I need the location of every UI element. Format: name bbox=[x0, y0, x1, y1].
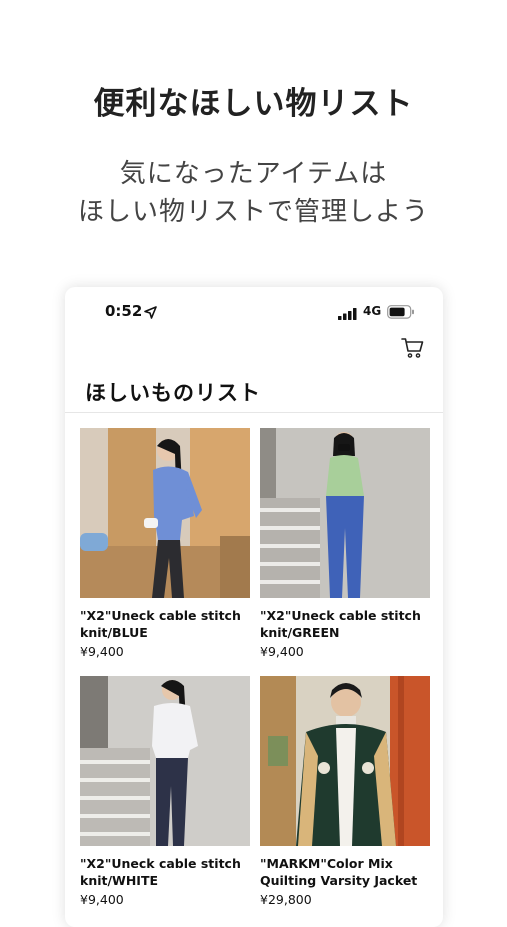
promo-subline-1: 気になったアイテムは bbox=[119, 159, 388, 189]
status-time: 0:52 bbox=[105, 302, 143, 320]
product-image[interactable] bbox=[260, 428, 430, 598]
status-bar: 0:52 4G bbox=[65, 287, 443, 331]
cart-icon bbox=[401, 338, 425, 363]
promo-headline: 便利なほしい物リスト bbox=[93, 86, 414, 122]
product-name: "X2"Uneck cable stitch knit/GREEN bbox=[260, 608, 421, 640]
signal-bars-icon bbox=[338, 305, 358, 324]
title-divider bbox=[65, 412, 443, 413]
product-price: ¥9,400 bbox=[260, 644, 304, 659]
network-label: 4G bbox=[363, 304, 382, 318]
product-image[interactable] bbox=[260, 676, 430, 846]
phone-screen: 0:52 4G ほしいものリスト "X2"Uneck cable stitch … bbox=[65, 287, 443, 927]
page-title: ほしいものリスト bbox=[85, 381, 261, 405]
cart-button[interactable] bbox=[401, 337, 427, 361]
product-name: "MARKM"Color Mix Quilting Varsity Jacket bbox=[260, 856, 418, 888]
product-price: ¥9,400 bbox=[80, 644, 124, 659]
promo-subline-2: ほしい物リストで管理しよう bbox=[77, 197, 429, 227]
product-image[interactable] bbox=[80, 676, 250, 846]
product-image[interactable] bbox=[80, 428, 250, 598]
product-name: "X2"Uneck cable stitch knit/WHITE bbox=[80, 856, 241, 888]
location-arrow-icon bbox=[144, 304, 157, 323]
battery-icon bbox=[387, 304, 415, 323]
product-name: "X2"Uneck cable stitch knit/BLUE bbox=[80, 608, 241, 640]
